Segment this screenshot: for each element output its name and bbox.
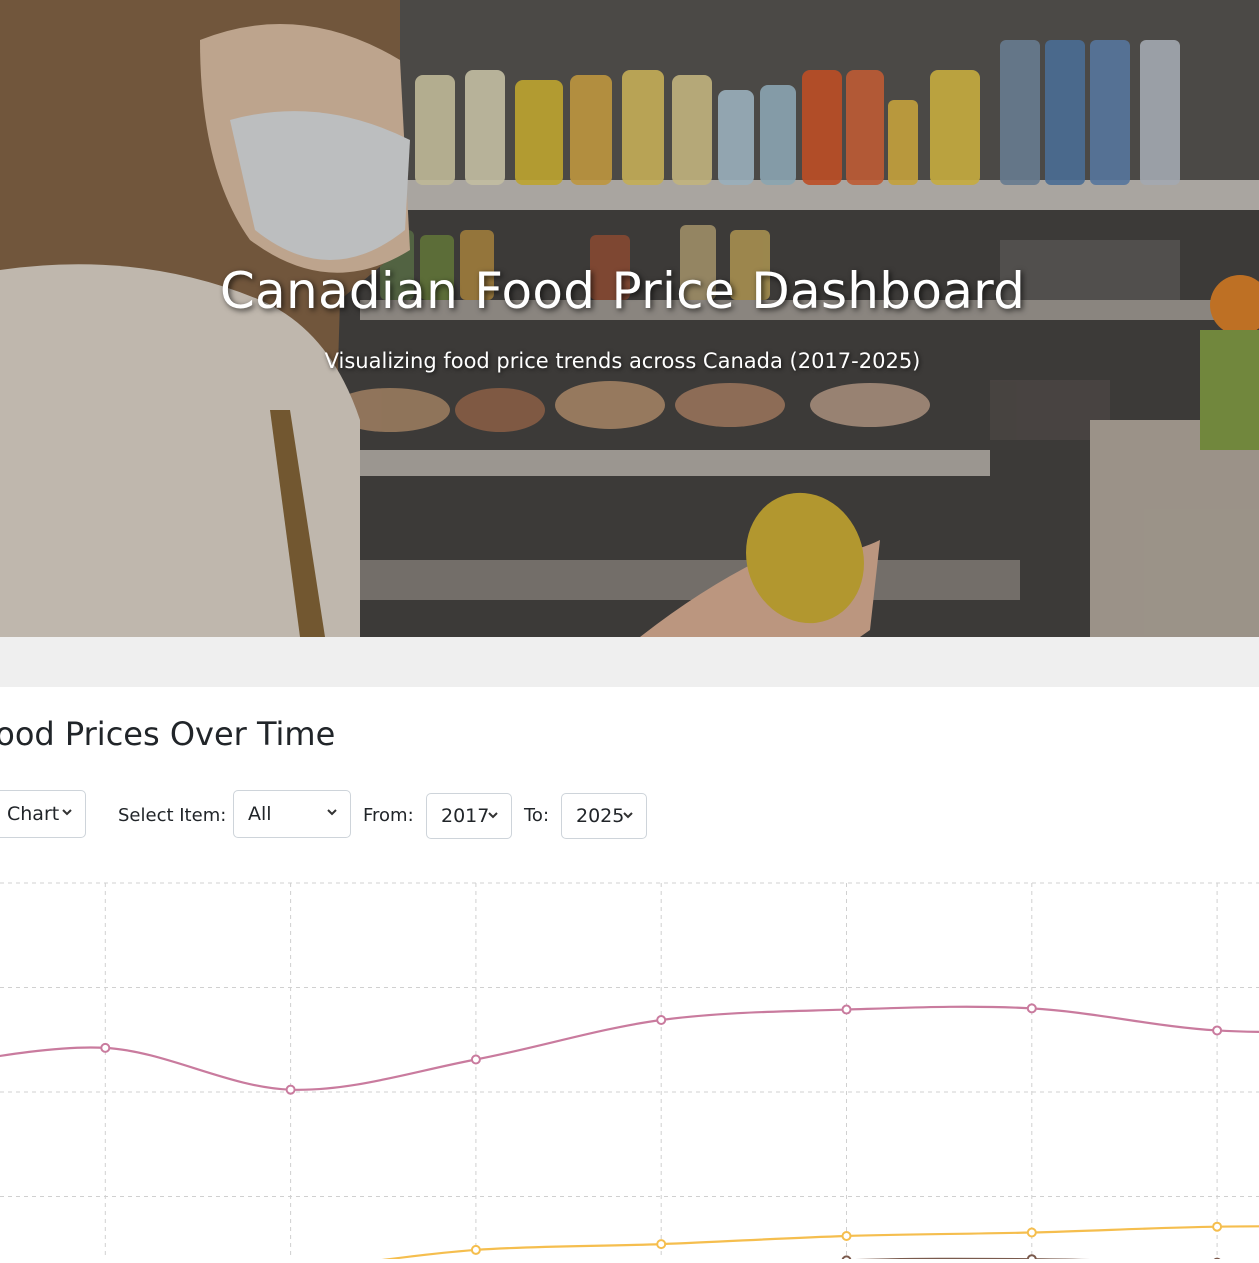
price-line-chart: [0, 873, 1259, 1259]
data-point[interactable]: [287, 1086, 295, 1094]
select-item-dropdown[interactable]: All: [233, 790, 351, 838]
chart-canvas: [0, 873, 1259, 1259]
chevron-down-icon: [622, 809, 634, 821]
hero-banner: Canadian Food Price Dashboard Visualizin…: [0, 0, 1259, 637]
data-point[interactable]: [1213, 1026, 1221, 1034]
data-point[interactable]: [472, 1055, 480, 1063]
data-point[interactable]: [1028, 1255, 1036, 1259]
data-point[interactable]: [843, 1232, 851, 1240]
chevron-down-icon: [487, 809, 499, 821]
chevron-down-icon: [61, 806, 73, 818]
data-point[interactable]: [843, 1006, 851, 1014]
chart-series: [0, 1223, 1259, 1259]
data-point[interactable]: [1213, 1223, 1221, 1231]
chart-type-select[interactable]: Chart: [0, 790, 86, 838]
page-title: Canadian Food Price Dashboard: [0, 262, 1245, 320]
from-year-value: 2017: [441, 805, 489, 827]
select-item-label: Select Item:: [118, 805, 226, 826]
data-point[interactable]: [472, 1246, 480, 1254]
chevron-down-icon: [326, 806, 338, 818]
chart-type-value: Chart: [7, 803, 59, 825]
series-line: [0, 1226, 1259, 1259]
data-point[interactable]: [657, 1240, 665, 1248]
to-year-select[interactable]: 2025: [561, 793, 647, 839]
series-line: [0, 1007, 1259, 1090]
select-item-value: All: [248, 803, 272, 825]
chart-series: [0, 1255, 1259, 1259]
chart-series: [0, 1004, 1259, 1093]
data-point[interactable]: [657, 1016, 665, 1024]
section-title: Food Prices Over Time: [0, 715, 335, 753]
data-point[interactable]: [1028, 1004, 1036, 1012]
from-label: From:: [363, 805, 414, 826]
to-label: To:: [524, 805, 549, 826]
from-year-select[interactable]: 2017: [426, 793, 512, 839]
section-divider: [0, 637, 1259, 687]
chart-grid: [0, 883, 1259, 1259]
data-point[interactable]: [101, 1044, 109, 1052]
data-point[interactable]: [1028, 1228, 1036, 1236]
to-year-value: 2025: [576, 805, 624, 827]
page-subtitle: Visualizing food price trends across Can…: [0, 349, 1245, 373]
